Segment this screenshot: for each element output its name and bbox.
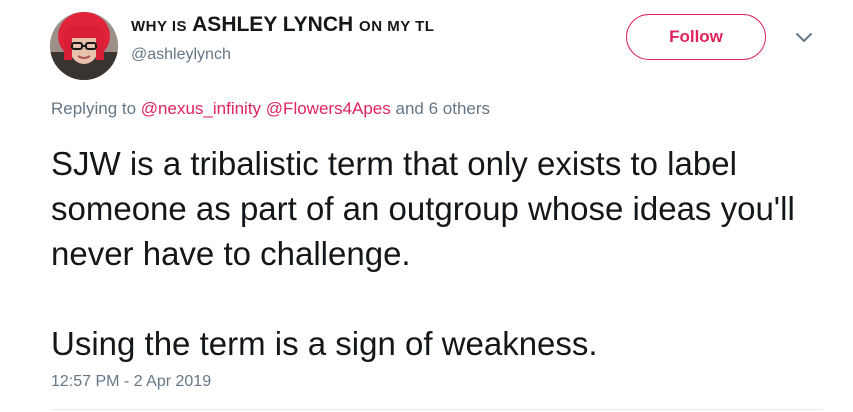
- author-display-name[interactable]: why is ASHLEY LYNCH on my tl: [131, 13, 434, 39]
- author-handle[interactable]: @ashleylynch: [131, 45, 434, 65]
- mention-link[interactable]: @Flowers4Apes: [266, 99, 391, 118]
- more-options-button[interactable]: [793, 30, 815, 46]
- chevron-down-icon: [796, 33, 812, 42]
- avatar[interactable]: [50, 12, 118, 80]
- follow-button[interactable]: Follow: [626, 14, 766, 60]
- tweet-text: SJW is a tribalistic term that only exis…: [51, 141, 831, 366]
- display-name-suffix: on my tl: [359, 18, 435, 35]
- author-info: why is ASHLEY LYNCH on my tl @ashleylync…: [131, 13, 434, 65]
- tweet-card: why is ASHLEY LYNCH on my tl @ashleylync…: [0, 0, 853, 412]
- replying-to-others[interactable]: and 6 others: [396, 99, 491, 118]
- replying-to: Replying to @nexus_infinity @Flowers4Ape…: [51, 99, 490, 119]
- tweet-paragraph: Using the term is a sign of weakness.: [51, 325, 598, 362]
- profile-avatar-icon: [50, 12, 118, 80]
- tweet-timestamp[interactable]: 12:57 PM - 2 Apr 2019: [51, 373, 211, 391]
- replying-to-prefix: Replying to: [51, 99, 137, 118]
- display-name-prefix: why is: [131, 18, 188, 35]
- display-name-main: ASHLEY LYNCH: [192, 13, 354, 36]
- mention-link[interactable]: @nexus_infinity: [141, 99, 261, 118]
- tweet-paragraph: SJW is a tribalistic term that only exis…: [51, 145, 795, 272]
- divider: [51, 409, 823, 410]
